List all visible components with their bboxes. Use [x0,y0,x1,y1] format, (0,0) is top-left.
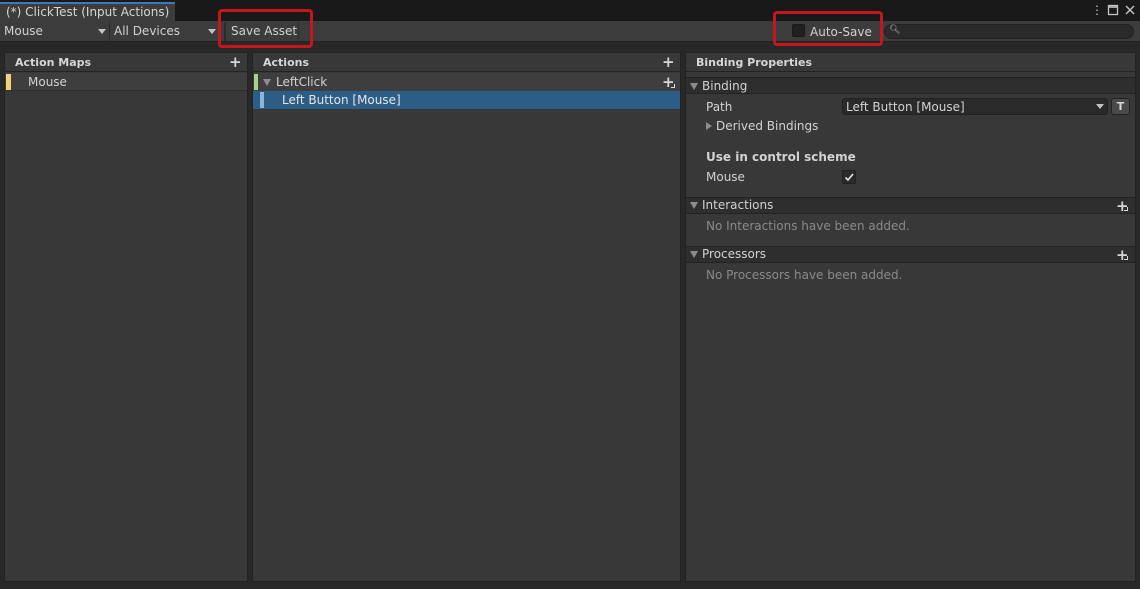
close-icon[interactable] [1123,2,1137,18]
device-value: All Devices [114,24,180,38]
add-binding-dropdown-icon [671,84,675,88]
binding-properties-title: Binding Properties [696,56,813,69]
expand-arrow-icon[interactable] [706,122,712,130]
chevron-down-icon [208,29,216,34]
text-mode-button[interactable]: T [1111,98,1130,115]
control-scheme-dropdown[interactable]: Mouse [0,22,110,41]
actions-title: Actions [263,56,309,69]
action-map-label: Mouse [28,75,67,89]
highlight-box-autosave [773,11,883,46]
checkmark-icon [844,173,854,182]
search-input[interactable] [884,24,1134,39]
path-dropdown[interactable]: Left Button [Mouse] [842,98,1108,115]
action-maps-panel: Action Maps [4,52,248,582]
actions-panel: Actions [252,52,681,582]
action-label: LeftClick [276,75,328,89]
chevron-down-icon [1096,104,1104,109]
binding-properties-header: Binding Properties [686,53,1135,72]
add-action-icon[interactable]: + [662,55,675,70]
action-maps-title: Action Maps [15,56,92,69]
binding-label: Left Button [Mouse] [282,93,401,107]
window-tab[interactable]: (*) ClickTest (Input Actions) [0,2,175,21]
interactions-empty-text: No Interactions have been added. [706,219,910,233]
action-maps-header: Action Maps [5,53,247,72]
maximize-icon[interactable] [1106,2,1120,18]
control-scheme-value: Mouse [4,24,43,38]
window-tab-title: (*) ClickTest (Input Actions) [6,5,170,19]
binding-marker [260,92,264,108]
collapse-arrow-icon[interactable] [690,202,698,209]
derived-bindings-foldout[interactable]: Derived Bindings [716,119,818,133]
processors-empty-text: No Processors have been added. [706,268,903,282]
highlight-box-save [218,9,313,48]
binding-section-title: Binding [702,79,748,93]
text-mode-label: T [1116,100,1125,113]
binding-section-header[interactable] [686,77,1135,94]
add-interaction-dropdown-icon [1124,207,1128,211]
control-scheme-name: Mouse [706,170,745,184]
kebab-menu-icon[interactable]: ⋮ [1090,2,1104,18]
add-action-map-icon[interactable]: + [229,55,242,70]
chevron-down-icon [98,29,106,34]
actions-header: Actions [253,53,680,72]
add-processor-dropdown-icon [1124,256,1128,260]
collapse-arrow-icon[interactable] [690,251,698,258]
interactions-section-title: Interactions [702,198,774,212]
action-marker [254,74,258,90]
expand-arrow-icon[interactable] [263,79,271,86]
processors-section-title: Processors [702,247,767,261]
search-icon: 🔍︎ [889,25,901,35]
action-map-marker [6,74,11,90]
control-scheme-heading: Use in control scheme [706,150,856,164]
path-label: Path [706,100,733,114]
path-value: Left Button [Mouse] [846,100,965,114]
control-scheme-checkbox[interactable] [842,170,856,184]
collapse-arrow-icon[interactable] [690,83,698,90]
